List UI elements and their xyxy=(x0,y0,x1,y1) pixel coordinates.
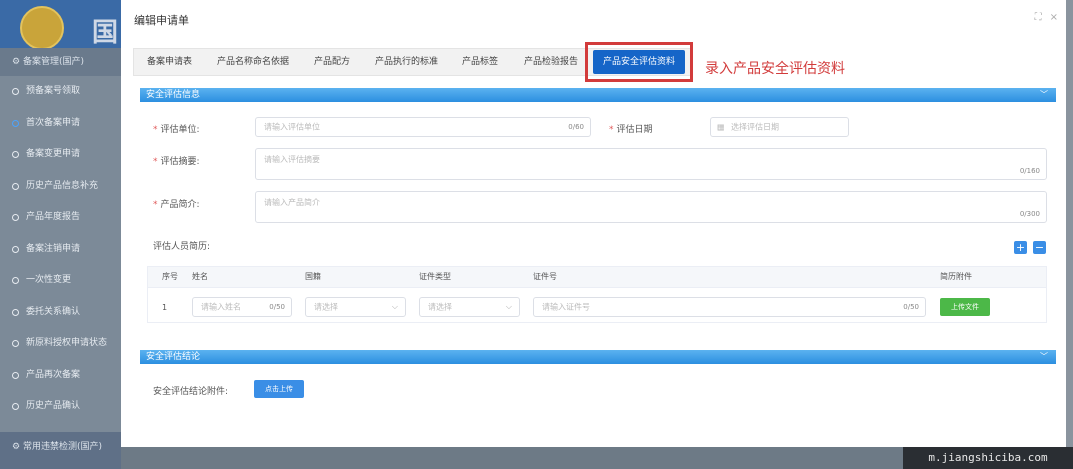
watermark: m.jiangshiciba.com xyxy=(903,447,1073,469)
circle-icon xyxy=(12,340,19,347)
section-header-assessment-conclusion[interactable]: 安全评估结论 ﹀ xyxy=(140,350,1056,364)
edit-application-dialog: 编辑申请单 ⛶ × 备案申请表 产品名称命名依据 产品配方 产品执行的标准 产品标… xyxy=(121,0,1066,447)
unit-input[interactable]: 请输入评估单位 0/60 xyxy=(255,117,591,137)
tab-application-form[interactable]: 备案申请表 xyxy=(147,49,192,75)
chevron-down-icon: ⌵ xyxy=(391,302,398,311)
dialog-title: 编辑申请单 xyxy=(134,14,189,27)
id-type-select[interactable]: 请选择 ⌵ xyxy=(419,297,520,317)
tab-standards[interactable]: 产品执行的标准 xyxy=(375,49,438,75)
fullscreen-icon[interactable]: ⛶ xyxy=(1035,12,1042,23)
annotation-text: 录入产品安全评估资料 xyxy=(705,61,845,77)
sidebar-item[interactable]: 新原料授权申请状态 xyxy=(0,328,121,360)
sidebar-header[interactable]: ⚙ 备案管理(国产) xyxy=(0,48,121,76)
circle-icon xyxy=(12,277,19,284)
upload-file-button[interactable]: 上传文件 xyxy=(940,298,990,316)
circle-icon xyxy=(12,119,19,127)
circle-icon xyxy=(12,182,19,190)
gear-icon: ⚙ xyxy=(12,442,23,452)
highlight-box: 产品安全评估资料 xyxy=(585,42,693,82)
sidebar-item[interactable]: 备案注销申请 xyxy=(0,234,121,266)
tab-inspection-report[interactable]: 产品检验报告 xyxy=(524,49,578,75)
sidebar-item[interactable]: 委托关系确认 xyxy=(0,297,121,329)
plus-icon: + xyxy=(1015,241,1026,254)
tab-product-naming[interactable]: 产品名称命名依据 xyxy=(217,49,289,75)
table-header: 序号 姓名 国籍 证件类型 证件号 简历附件 xyxy=(148,267,1046,288)
date-picker[interactable]: ▦ 选择评估日期 xyxy=(710,117,849,137)
gear-icon: ⚙ xyxy=(12,57,23,67)
conclusion-attachment-label: 安全评估结论附件: xyxy=(153,387,229,397)
sidebar-item[interactable]: 一次性变更 xyxy=(0,265,121,297)
sidebar: ⚙ 备案管理(国产) 预备案号领取 首次备案申请 备案变更申请 历史产品信息补充… xyxy=(0,48,121,469)
circle-icon xyxy=(12,245,19,253)
dialog-actions: ⛶ × xyxy=(1027,12,1058,23)
resume-table: 序号 姓名 国籍 证件类型 证件号 简历附件 1 请输入姓名 0/50 请选择 … xyxy=(147,266,1047,323)
resume-label: 评估人员简历: xyxy=(153,242,211,252)
circle-icon xyxy=(12,88,19,95)
click-upload-button[interactable]: 点击上传 xyxy=(254,380,304,398)
intro-label: * 产品简介: xyxy=(153,200,200,210)
circle-icon xyxy=(12,308,19,316)
remove-row-button[interactable]: − xyxy=(1033,241,1046,254)
tab-formula[interactable]: 产品配方 xyxy=(314,49,350,75)
intro-textarea[interactable]: 请输入产品简介 0/300 xyxy=(255,191,1047,223)
nationality-select[interactable]: 请选择 ⌵ xyxy=(305,297,406,317)
calendar-icon: ▦ xyxy=(717,122,725,132)
date-label: * 评估日期 xyxy=(609,125,653,135)
id-number-input[interactable]: 请输入证件号 0/50 xyxy=(533,297,926,317)
minus-icon: − xyxy=(1034,241,1045,254)
summary-textarea[interactable]: 请输入评估摘要 0/160 xyxy=(255,148,1047,180)
tab-safety-assessment[interactable]: 产品安全评估资料 xyxy=(593,50,685,74)
circle-icon xyxy=(12,214,19,221)
chevron-down-icon: ﹀ xyxy=(1040,352,1048,361)
sidebar-footer-item[interactable]: ⚙ 常用违禁检测(国产) xyxy=(0,432,121,469)
circle-icon xyxy=(12,151,19,158)
sidebar-item-active[interactable]: 首次备案申请 xyxy=(0,108,121,140)
tab-label[interactable]: 产品标签 xyxy=(462,49,498,75)
close-icon[interactable]: × xyxy=(1050,12,1058,23)
background-title: 国 xyxy=(92,18,119,48)
sidebar-item[interactable]: 历史产品信息补充 xyxy=(0,171,121,203)
chevron-down-icon: ﹀ xyxy=(1040,90,1048,99)
row-index: 1 xyxy=(162,303,168,312)
sidebar-item[interactable]: 备案变更申请 xyxy=(0,139,121,171)
sidebar-item[interactable]: 历史产品确认 xyxy=(0,391,121,423)
summary-label: * 评估摘要: xyxy=(153,157,200,167)
add-row-button[interactable]: + xyxy=(1014,241,1027,254)
chevron-down-icon: ⌵ xyxy=(505,302,512,311)
circle-icon xyxy=(12,403,19,410)
circle-icon xyxy=(12,371,19,379)
sidebar-item[interactable]: 产品再次备案 xyxy=(0,360,121,392)
name-input[interactable]: 请输入姓名 0/50 xyxy=(192,297,292,317)
sidebar-item[interactable]: 产品年度报告 xyxy=(0,202,121,234)
section-header-assessment-info[interactable]: 安全评估信息 ﹀ xyxy=(140,88,1056,102)
sidebar-item[interactable]: 预备案号领取 xyxy=(0,76,121,108)
background-right-edge xyxy=(1066,0,1073,469)
emblem-logo xyxy=(20,6,64,50)
unit-label: * 评估单位: xyxy=(153,125,200,135)
